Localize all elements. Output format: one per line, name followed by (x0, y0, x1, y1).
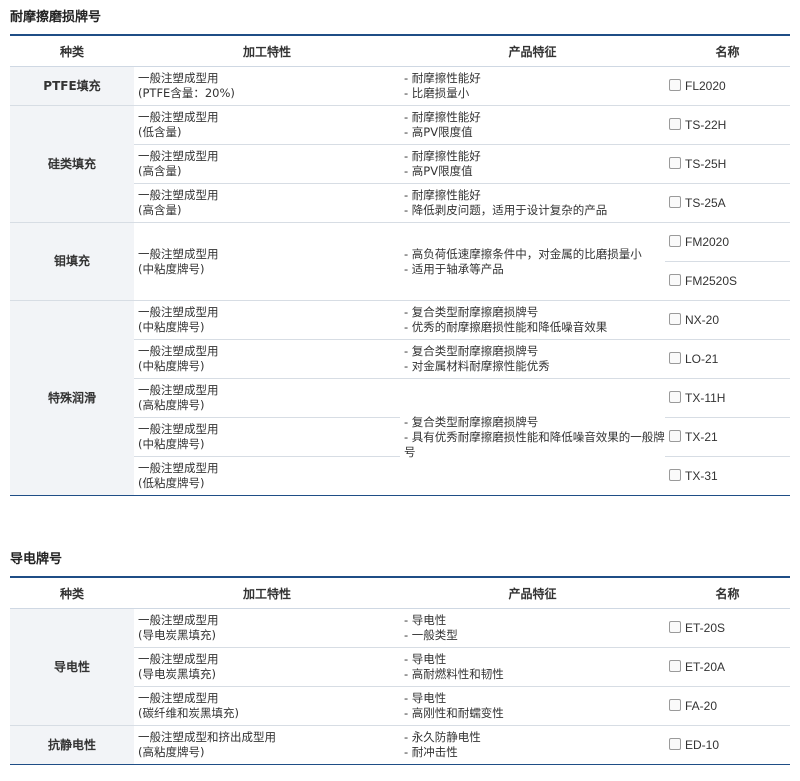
grade-name: ED-10 (685, 737, 720, 752)
table-header-row: 种类 加工特性 产品特征 名称 (10, 577, 790, 609)
kind-cell-molybdenum: 钼填充 (10, 222, 134, 301)
features-cell: - 永久防静电性 - 耐冲击性 (400, 725, 665, 765)
grade-checkbox[interactable] (669, 351, 681, 364)
table-row: 导电性 一般注塑成型用 (导电炭黑填充) - 导电性 - 一般类型 ET-20S (10, 608, 790, 726)
table-header-row: 种类 加工特性 产品特征 名称 (10, 35, 790, 67)
header-features: 产品特征 (400, 577, 665, 609)
processing-cell: 一般注塑成型用 (导电炭黑填充) (134, 647, 400, 687)
grade-name-cell: FL2020 (665, 66, 790, 106)
grade-name: FM2020 (685, 234, 730, 249)
kind-cell-antistatic: 抗静电性 (10, 725, 134, 765)
grade-checkbox[interactable] (669, 698, 681, 711)
kind-cell-silicone: 硅类填充 (10, 105, 134, 223)
grade-name: TS-25H (685, 156, 727, 171)
grade-name: TS-25A (685, 195, 726, 210)
grade-name-cell: FA-20 (665, 686, 790, 726)
processing-cell: 一般注塑成型用 (低含量) (134, 105, 400, 145)
grade-name: LO-21 (685, 351, 719, 366)
grade-name: NX-20 (685, 312, 720, 327)
header-kind: 种类 (10, 577, 134, 609)
processing-cell: 一般注塑成型用 (低粘度牌号) (134, 456, 400, 496)
processing-cell: 一般注塑成型用 (中粘度牌号) (134, 339, 400, 379)
wear-resistant-grades-table: 种类 加工特性 产品特征 名称 PTFE填充 一般注塑成型用 (PTFE含量：20… (10, 34, 790, 496)
features-cell: - 耐摩擦性能好 - 降低剥皮问题，适用于设计复杂的产品 (400, 183, 665, 223)
grade-name: ET-20S (685, 620, 726, 635)
grade-name-cell: TS-22H (665, 105, 790, 145)
kind-cell-ptfe: PTFE填充 (10, 66, 134, 106)
grade-name-cell: LO-21 (665, 339, 790, 379)
processing-cell: 一般注塑成型用 (中粘度牌号) (134, 417, 400, 457)
grade-name: FL2020 (685, 78, 726, 93)
grade-checkbox[interactable] (669, 468, 681, 481)
grade-name-cell: TS-25A (665, 183, 790, 223)
processing-cell: 一般注塑成型和挤出成型用 (高粘度牌号) (134, 725, 400, 765)
processing-cell: 一般注塑成型用 (高含量) (134, 144, 400, 184)
grade-checkbox[interactable] (669, 273, 681, 286)
grade-name: FA-20 (685, 698, 718, 713)
grade-name-cell: ET-20A (665, 647, 790, 687)
grade-name-cell: ET-20S (665, 608, 790, 648)
grade-checkbox[interactable] (669, 195, 681, 208)
grade-name-cell: TX-11H (665, 378, 790, 418)
grade-checkbox[interactable] (669, 390, 681, 403)
processing-cell: 一般注塑成型用 (高含量) (134, 183, 400, 223)
section-title-wear-resistant: 耐摩擦磨损牌号 (10, 10, 102, 25)
features-cell: - 耐摩擦性能好 - 比磨损量小 (400, 66, 665, 106)
grade-name: TX-31 (685, 468, 718, 483)
grade-checkbox[interactable] (669, 737, 681, 750)
grade-name-cell: TS-25H (665, 144, 790, 184)
processing-cell: 一般注塑成型用 (导电炭黑填充) (134, 608, 400, 648)
processing-cell: 一般注塑成型用 (中粘度牌号) (134, 222, 400, 301)
conductive-grades-table: 种类 加工特性 产品特征 名称 导电性 一般注塑成型用 (导电炭黑填充) - 导电… (10, 576, 790, 765)
header-name: 名称 (665, 577, 790, 609)
processing-cell: 一般注塑成型用 (碳纤维和炭黑填充) (134, 686, 400, 726)
grade-name: TX-11H (685, 390, 726, 405)
grade-name-cell: NX-20 (665, 300, 790, 340)
kind-cell-special-lubrication: 特殊润滑 (10, 300, 134, 496)
processing-cell: 一般注塑成型用 (中粘度牌号) (134, 300, 400, 340)
grade-checkbox[interactable] (669, 234, 681, 247)
header-kind: 种类 (10, 35, 134, 67)
grade-checkbox[interactable] (669, 659, 681, 672)
table-row: 抗静电性 一般注塑成型和挤出成型用 (高粘度牌号) - 永久防静电性 - 耐冲击性 … (10, 725, 790, 765)
grade-checkbox[interactable] (669, 312, 681, 325)
grade-name: FM2520S (685, 273, 738, 288)
table-row: PTFE填充 一般注塑成型用 (PTFE含量：20%) - 耐摩擦性能好 - 比磨损… (10, 66, 790, 106)
header-processing: 加工特性 (134, 577, 400, 609)
grade-name: TX-21 (685, 429, 718, 444)
grade-checkbox[interactable] (669, 78, 681, 91)
grade-name-cell: TX-21 (665, 417, 790, 457)
table-row: 硅类填充 一般注塑成型用 (低含量) - 耐摩擦性能好 - 高PV限度值 TS-22… (10, 105, 790, 223)
features-cell: - 导电性 - 高耐燃料性和韧性 (400, 647, 665, 687)
features-cell: - 高负荷低速摩擦条件中，对金属的比磨损量小 - 适用于轴承等产品 (400, 222, 665, 301)
grade-checkbox[interactable] (669, 156, 681, 169)
features-cell: - 耐摩擦性能好 - 高PV限度值 (400, 144, 665, 184)
kind-cell-conductive: 导电性 (10, 608, 134, 726)
grade-name-cell: FM2520S (665, 261, 790, 301)
processing-cell: 一般注塑成型用 (高粘度牌号) (134, 378, 400, 418)
grade-name-cell: FM2020 (665, 222, 790, 262)
features-cell: - 复合类型耐摩擦磨损牌号 - 优秀的耐摩擦磨损性能和降低噪音效果 (400, 300, 665, 340)
grade-checkbox[interactable] (669, 429, 681, 442)
grade-name: TS-22H (685, 117, 727, 132)
header-processing: 加工特性 (134, 35, 400, 67)
features-cell: - 导电性 - 高刚性和耐蠕变性 (400, 686, 665, 726)
features-cell: - 耐摩擦性能好 - 高PV限度值 (400, 105, 665, 145)
processing-cell: 一般注塑成型用 (PTFE含量：20%) (134, 66, 400, 106)
table-row: 钼填充 一般注塑成型用 (中粘度牌号) - 高负荷低速摩擦条件中，对金属的比磨损量… (10, 222, 790, 301)
features-cell: - 复合类型耐摩擦磨损牌号 - 具有优秀耐摩擦磨损性能和降低噪音效果的一般牌号 (400, 378, 665, 496)
header-features: 产品特征 (400, 35, 665, 67)
grade-checkbox[interactable] (669, 117, 681, 130)
features-cell: - 导电性 - 一般类型 (400, 608, 665, 648)
grade-name: ET-20A (685, 659, 726, 674)
grade-name-cell: ED-10 (665, 725, 790, 765)
section-title-conductive: 导电牌号 (10, 552, 63, 567)
grade-name-cell: TX-31 (665, 456, 790, 496)
table-row: 特殊润滑 一般注塑成型用 (中粘度牌号) - 复合类型耐摩擦磨损牌号 - 优秀的耐摩… (10, 300, 790, 496)
grade-checkbox[interactable] (669, 620, 681, 633)
header-name: 名称 (665, 35, 790, 67)
features-cell: - 复合类型耐摩擦磨损牌号 - 对金属材料耐摩擦性能优秀 (400, 339, 665, 379)
